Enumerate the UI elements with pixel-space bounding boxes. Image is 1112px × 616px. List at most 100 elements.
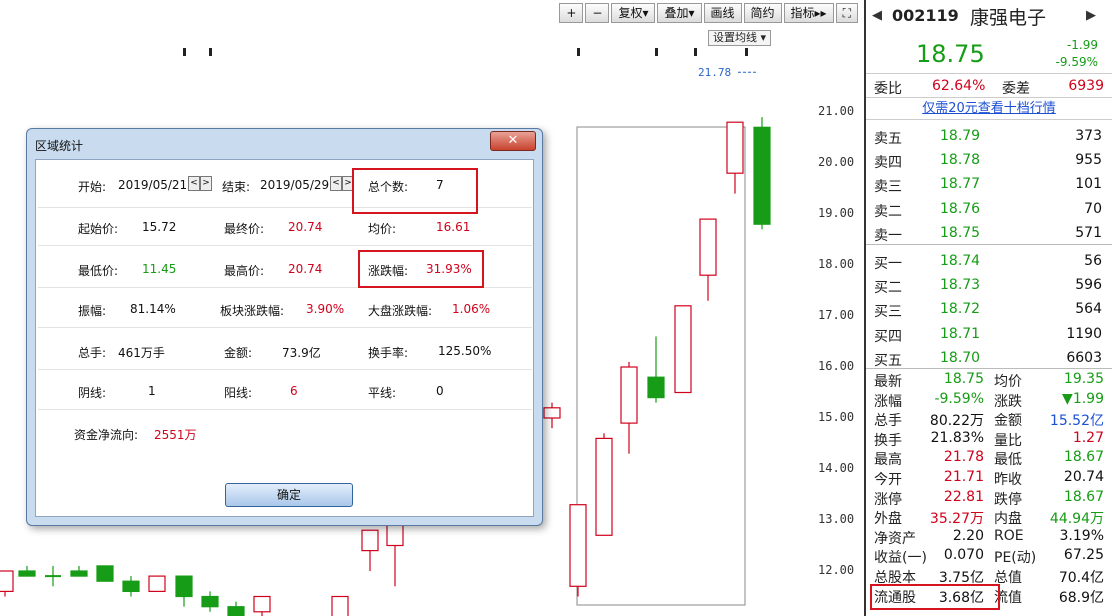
level-label: 买四 (874, 328, 902, 345)
candle-body (0, 570, 14, 592)
stat-value: 70.4亿 (1058, 570, 1104, 586)
candle-body (201, 595, 219, 608)
level-label: 买一 (874, 256, 902, 272)
stat-row: 净资产 2.20 ROE 3.19% (866, 527, 1112, 547)
last-price: 18.75 (916, 40, 985, 68)
chevron-left-icon[interactable]: ◀ (872, 8, 882, 23)
candle-body (595, 437, 613, 536)
count-highlight-box (352, 168, 478, 214)
start-next-button[interactable]: > (200, 176, 212, 191)
zoom-out-button[interactable]: − (585, 3, 610, 23)
stat-value: 22.81 (943, 488, 984, 505)
bid-row[interactable]: 买四 18.71 1190 (866, 323, 1112, 346)
stat-value: 18.67 (1063, 449, 1104, 466)
level-volume: 1190 (1066, 325, 1102, 342)
low-value: 11.45 (142, 262, 177, 276)
price-axis-label: 19.00 (818, 206, 855, 220)
stat-row: 最新 18.75 均价 19.35 (866, 370, 1112, 390)
dialog-title: 区域统计 (35, 139, 84, 153)
end-label: 结束: (222, 180, 251, 194)
level-label: 买五 (874, 352, 902, 369)
bid-row[interactable]: 买一 18.74 56 (866, 250, 1112, 273)
adjust-dropdown[interactable]: 复权▾ (611, 3, 656, 23)
stat-row: 今开 21.71 昨收 20.74 (866, 468, 1112, 488)
candle-body (175, 575, 193, 598)
chevron-right-icon[interactable]: ▶ (1086, 8, 1096, 23)
draw-line-button[interactable]: 画线 (703, 3, 742, 23)
bid-row[interactable]: 买五 18.70 6603 (866, 347, 1112, 370)
level-label: 卖一 (874, 227, 902, 244)
zoom-in-button[interactable]: + (559, 3, 584, 23)
range-stats-dialog: 区域统计 ✕ 开始: 2019/05/21 < > 结束: 2019/05/29 … (26, 128, 543, 526)
dialog-titlebar[interactable]: 区域统计 ✕ (27, 129, 542, 157)
price-axis-label: 20.00 (818, 155, 855, 169)
stat-label: 金额 (994, 413, 1022, 430)
event-marker-icon (745, 48, 748, 56)
stat-label: 昨收 (994, 472, 1022, 488)
stat-value: -9.59% (934, 390, 984, 407)
turnover-label: 换手率: (368, 346, 409, 360)
stat-label: ROE (994, 527, 1024, 544)
candle-body (70, 570, 88, 577)
ask-row[interactable]: 卖一 18.75 571 (866, 222, 1112, 245)
level-price: 18.71 (940, 325, 981, 342)
float-share-highlight-box (870, 584, 1000, 610)
stat-label: 跌停 (994, 491, 1022, 508)
price-change: -1.99 (1066, 38, 1098, 52)
stat-value: 1.27 (1072, 429, 1104, 446)
avg-value: 16.61 (436, 220, 471, 234)
quote-header: ◀ 002119 康强电子 ▶ 18.75 -1.99 -9.59% (866, 0, 1112, 74)
stat-value: 20.74 (1063, 469, 1104, 485)
level-label: 卖二 (874, 203, 902, 220)
ok-button[interactable]: 确定 (225, 483, 353, 507)
flow-value: 2551万 (154, 428, 197, 442)
stat-label: 涨幅 (874, 393, 902, 410)
stat-value: 0.070 (943, 547, 984, 564)
ma-setting-dropdown[interactable]: 设置均线 ▾ (708, 30, 772, 46)
stat-label: 量比 (994, 432, 1022, 449)
overlay-dropdown[interactable]: 叠加▾ (657, 3, 702, 23)
stat-label: 涨停 (874, 491, 902, 508)
stat-value: 21.83% (930, 429, 984, 446)
stat-value: 18.67 (1063, 488, 1104, 505)
bid-row[interactable]: 买二 18.73 596 (866, 274, 1112, 297)
amp-value: 81.14% (130, 302, 176, 316)
up-label: 阳线: (224, 386, 253, 400)
stat-label: PE(动) (994, 550, 1037, 567)
ask-row[interactable]: 卖三 18.77 101 (866, 173, 1112, 196)
stat-label: 收益(一) (874, 550, 927, 567)
simple-mode-button[interactable]: 简约 (743, 3, 782, 23)
stat-value: 15.52亿 (1049, 413, 1104, 430)
ask-row[interactable]: 卖四 18.78 955 (866, 149, 1112, 172)
amount-label: 金额: (224, 346, 253, 360)
high-value: 20.74 (288, 262, 323, 276)
level-volume: 101 (1075, 176, 1102, 193)
stat-label: 最低 (994, 452, 1022, 469)
bid-row[interactable]: 买三 18.72 564 (866, 298, 1112, 321)
candle-body (753, 126, 771, 225)
event-marker-icon (209, 48, 212, 56)
volume-row: 总手: 461万手 金额: 73.9亿 换手率: 125.50% (38, 334, 532, 370)
stat-row: 总股本 3.75亿 总值 70.4亿 (866, 566, 1112, 586)
dialog-body: 开始: 2019/05/21 < > 结束: 2019/05/29 < > 总个数:… (35, 159, 534, 517)
stat-label: 最高 (874, 452, 902, 469)
flat-label: 平线: (368, 386, 397, 400)
ask-row[interactable]: 卖五 18.79 373 (866, 125, 1112, 148)
price-axis: 21.00 20.00 19.00 18.00 17.00 16.00 15.00 14.00… (808, 0, 864, 616)
end-stepper: < > (330, 176, 354, 191)
candle-body (18, 570, 36, 577)
stat-value: 21.78 (943, 449, 984, 466)
close-price-label: 最终价: (224, 222, 265, 236)
candle-body (331, 595, 349, 616)
candle-body (647, 376, 665, 399)
avg-label: 均价: (368, 222, 397, 236)
close-button[interactable]: ✕ (490, 131, 536, 151)
start-prev-button[interactable]: < (188, 176, 200, 191)
level-volume: 571 (1075, 224, 1102, 241)
stat-value: 35.27万 (929, 511, 984, 528)
ask-row[interactable]: 卖二 18.76 70 (866, 198, 1112, 221)
end-prev-button[interactable]: < (330, 176, 342, 191)
start-stepper: < > (188, 176, 212, 191)
ten-level-quote-link[interactable]: 仅需20元查看十档行情 (866, 98, 1112, 120)
candle-body (386, 524, 404, 547)
